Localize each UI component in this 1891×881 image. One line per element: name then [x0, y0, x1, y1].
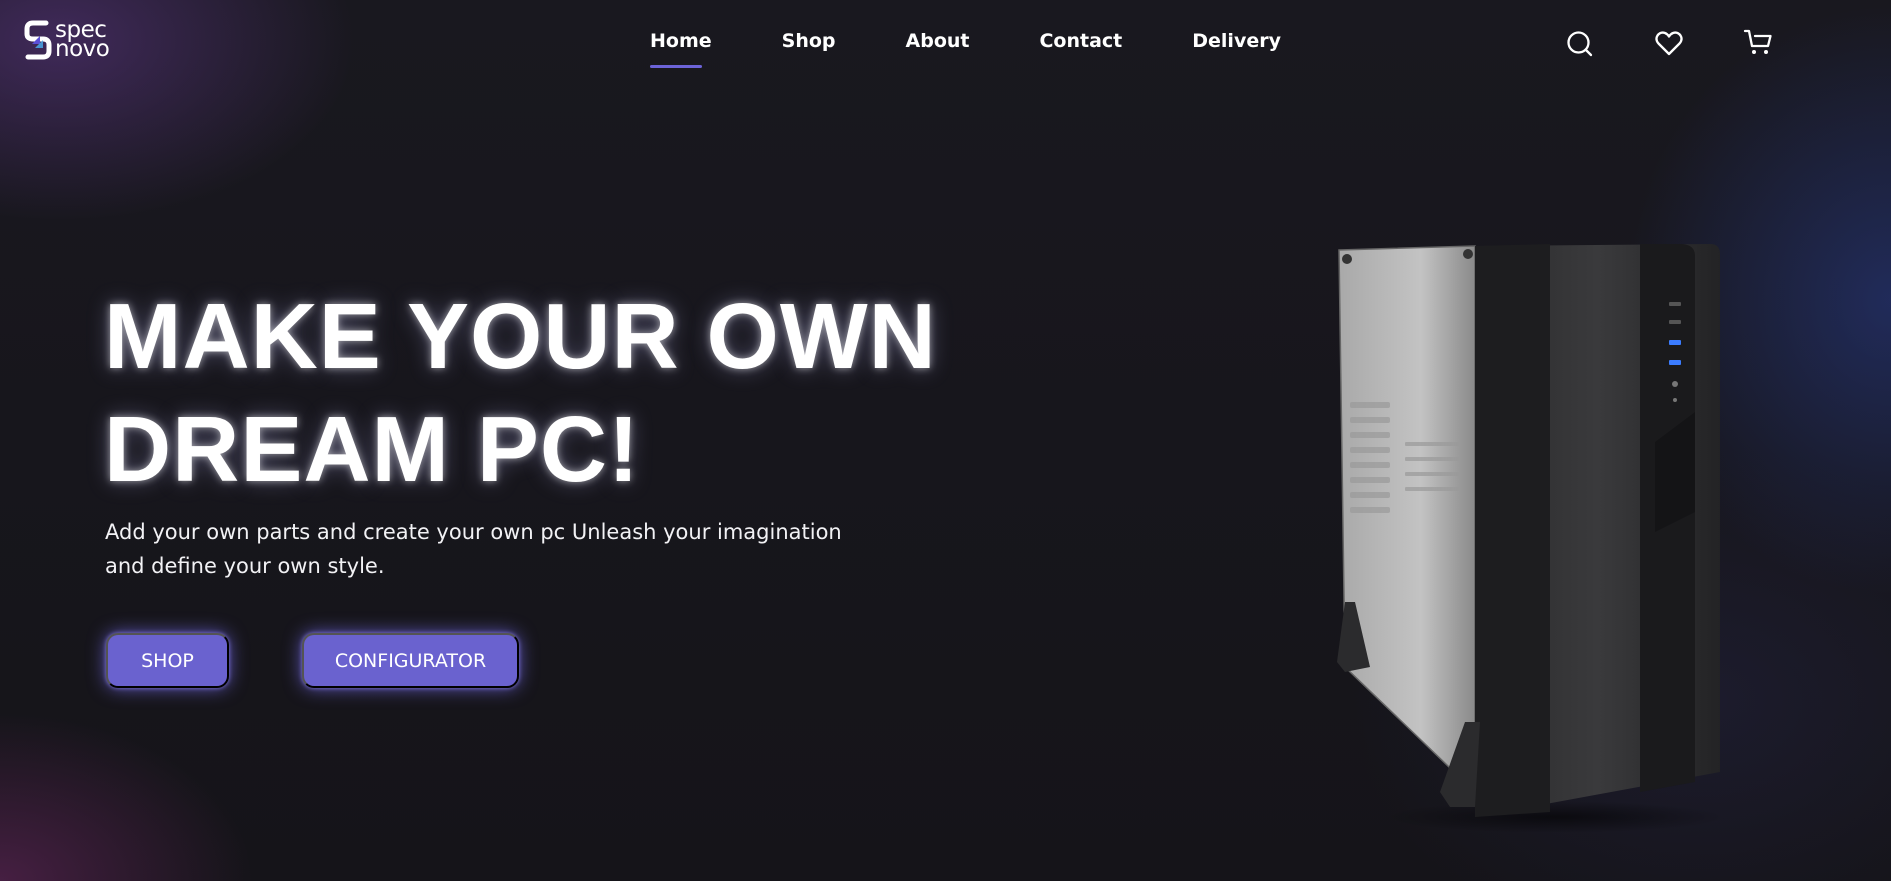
pc-case-image: [1337, 244, 1725, 832]
logo[interactable]: spec novo: [24, 18, 124, 62]
nav-link-about[interactable]: About: [906, 30, 970, 60]
logo-icon: [24, 20, 52, 60]
main-nav: Home Shop About Contact Delivery: [650, 30, 1281, 68]
cart-icon[interactable]: [1743, 28, 1773, 58]
hero-title: MAKE YOUR OWN DREAM PC!: [104, 280, 1004, 506]
logo-text: spec novo: [55, 19, 110, 62]
nav-link-delivery[interactable]: Delivery: [1192, 30, 1281, 60]
heart-icon[interactable]: [1654, 28, 1684, 58]
navbar: spec novo Home Shop About Contact Delive…: [0, 0, 1891, 86]
configurator-button[interactable]: CONFIGURATOR: [302, 633, 519, 688]
hero-title-line2: DREAM PC!: [104, 397, 640, 501]
nav-icons: [1565, 28, 1773, 58]
nav-link-contact[interactable]: Contact: [1039, 30, 1122, 60]
shop-button[interactable]: SHOP: [106, 633, 229, 688]
hero-subtitle: Add your own parts and create your own p…: [105, 520, 842, 578]
nav-link-home[interactable]: Home: [650, 30, 712, 68]
logo-text-line2: novo: [55, 36, 110, 62]
search-icon[interactable]: [1565, 28, 1595, 58]
hero-title-line1: MAKE YOUR OWN: [104, 284, 937, 388]
nav-link-shop[interactable]: Shop: [782, 30, 836, 60]
